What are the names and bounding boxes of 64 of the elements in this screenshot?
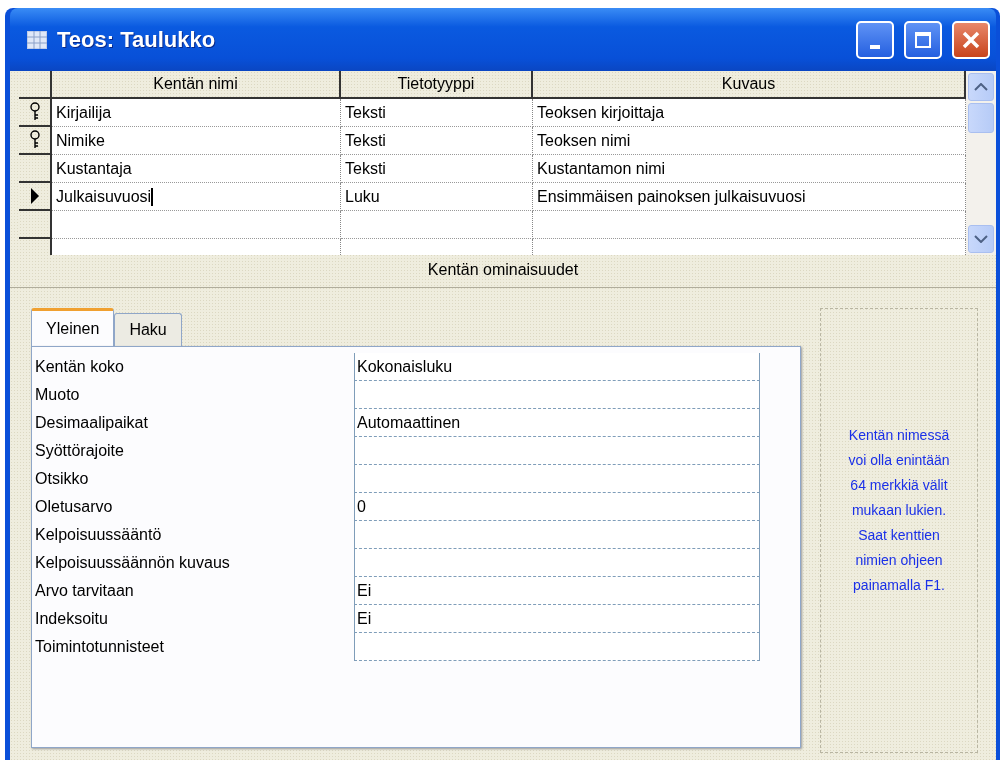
property-label: Arvo tarvitaan (35, 581, 135, 601)
property-label: Indeksoitu (35, 609, 109, 629)
row-selector[interactable] (19, 127, 52, 155)
row-selector[interactable] (19, 211, 52, 239)
column-header[interactable]: Kentän nimi (52, 71, 341, 99)
table-cell[interactable]: Teoksen kirjoittaja (533, 99, 966, 127)
key-icon (28, 130, 41, 150)
scroll-up-button[interactable] (968, 73, 994, 101)
property-field[interactable] (354, 521, 760, 549)
table-icon (27, 30, 47, 49)
current-row-icon (29, 188, 40, 204)
property-field[interactable]: Automaattinen (354, 409, 760, 437)
property-field[interactable]: 0 (354, 493, 760, 521)
scroll-down-button[interactable] (968, 225, 994, 253)
maximize-button[interactable] (904, 20, 942, 59)
property-field[interactable] (354, 465, 760, 493)
close-icon (961, 29, 981, 50)
row-selector[interactable] (19, 183, 52, 211)
table-cell[interactable]: Nimike (52, 127, 341, 155)
table-cell[interactable]: Ensimmäisen painoksen julkaisuvuosi (533, 183, 966, 211)
property-field[interactable] (354, 549, 760, 577)
property-label: Toimintotunnisteet (35, 637, 165, 657)
window-title: Teos: Taulukko (57, 26, 217, 53)
text-caret (151, 187, 154, 206)
key-icon (28, 102, 41, 122)
property-field[interactable]: Kokonaisluku (354, 353, 760, 381)
tab[interactable]: Haku (114, 313, 182, 346)
maximize-icon (913, 29, 933, 50)
vertical-scrollbar[interactable] (966, 71, 996, 255)
close-button[interactable] (952, 20, 990, 59)
property-field[interactable]: Ei (354, 605, 760, 633)
property-field[interactable] (354, 633, 760, 661)
minimize-button[interactable] (856, 20, 894, 59)
row-selector[interactable] (19, 155, 52, 183)
property-label: Kelpoisuussääntö (35, 525, 163, 545)
table-cell[interactable]: Teksti (341, 99, 533, 127)
column-header[interactable]: Kuvaus (533, 71, 966, 99)
table-cell[interactable]: Kustantaja (52, 155, 341, 183)
chevron-up-icon (974, 83, 988, 91)
property-field[interactable] (354, 437, 760, 465)
table-cell[interactable]: Teksti (341, 155, 533, 183)
property-label: Muoto (35, 385, 81, 405)
property-label: Syöttörajoite (35, 441, 125, 461)
column-header[interactable]: Tietotyyppi (341, 71, 533, 99)
minimize-icon (870, 44, 880, 49)
table-cell[interactable]: Luku (341, 183, 533, 211)
property-label: Kelpoisuussäännön kuvaus (35, 553, 231, 573)
table-cell[interactable]: Julkaisuvuosi (52, 183, 341, 211)
table-cell[interactable]: Kustantamon nimi (533, 155, 966, 183)
property-field[interactable] (354, 381, 760, 409)
table-cell[interactable]: Teoksen nimi (533, 127, 966, 155)
row-selector[interactable] (19, 99, 52, 127)
table-cell[interactable]: Teksti (341, 127, 533, 155)
tab[interactable]: Yleinen (31, 308, 115, 346)
property-label: Kentän koko (35, 357, 125, 377)
chevron-down-icon (974, 235, 988, 243)
help-text: Kentän nimessä voi olla enintään 64 merkkiä välit mukaan lukien. Saat kenttien nimien ohjeen painamalla F1. (820, 308, 978, 753)
scroll-thumb[interactable] (968, 103, 994, 133)
table-cell[interactable]: Kirjailija (52, 99, 341, 127)
property-label: Oletusarvo (35, 497, 114, 517)
property-label: Otsikko (35, 469, 90, 489)
property-field[interactable]: Ei (354, 577, 760, 605)
section-title: Kentän ominaisuudet (10, 255, 996, 288)
property-label: Desimaalipaikat (35, 413, 149, 433)
